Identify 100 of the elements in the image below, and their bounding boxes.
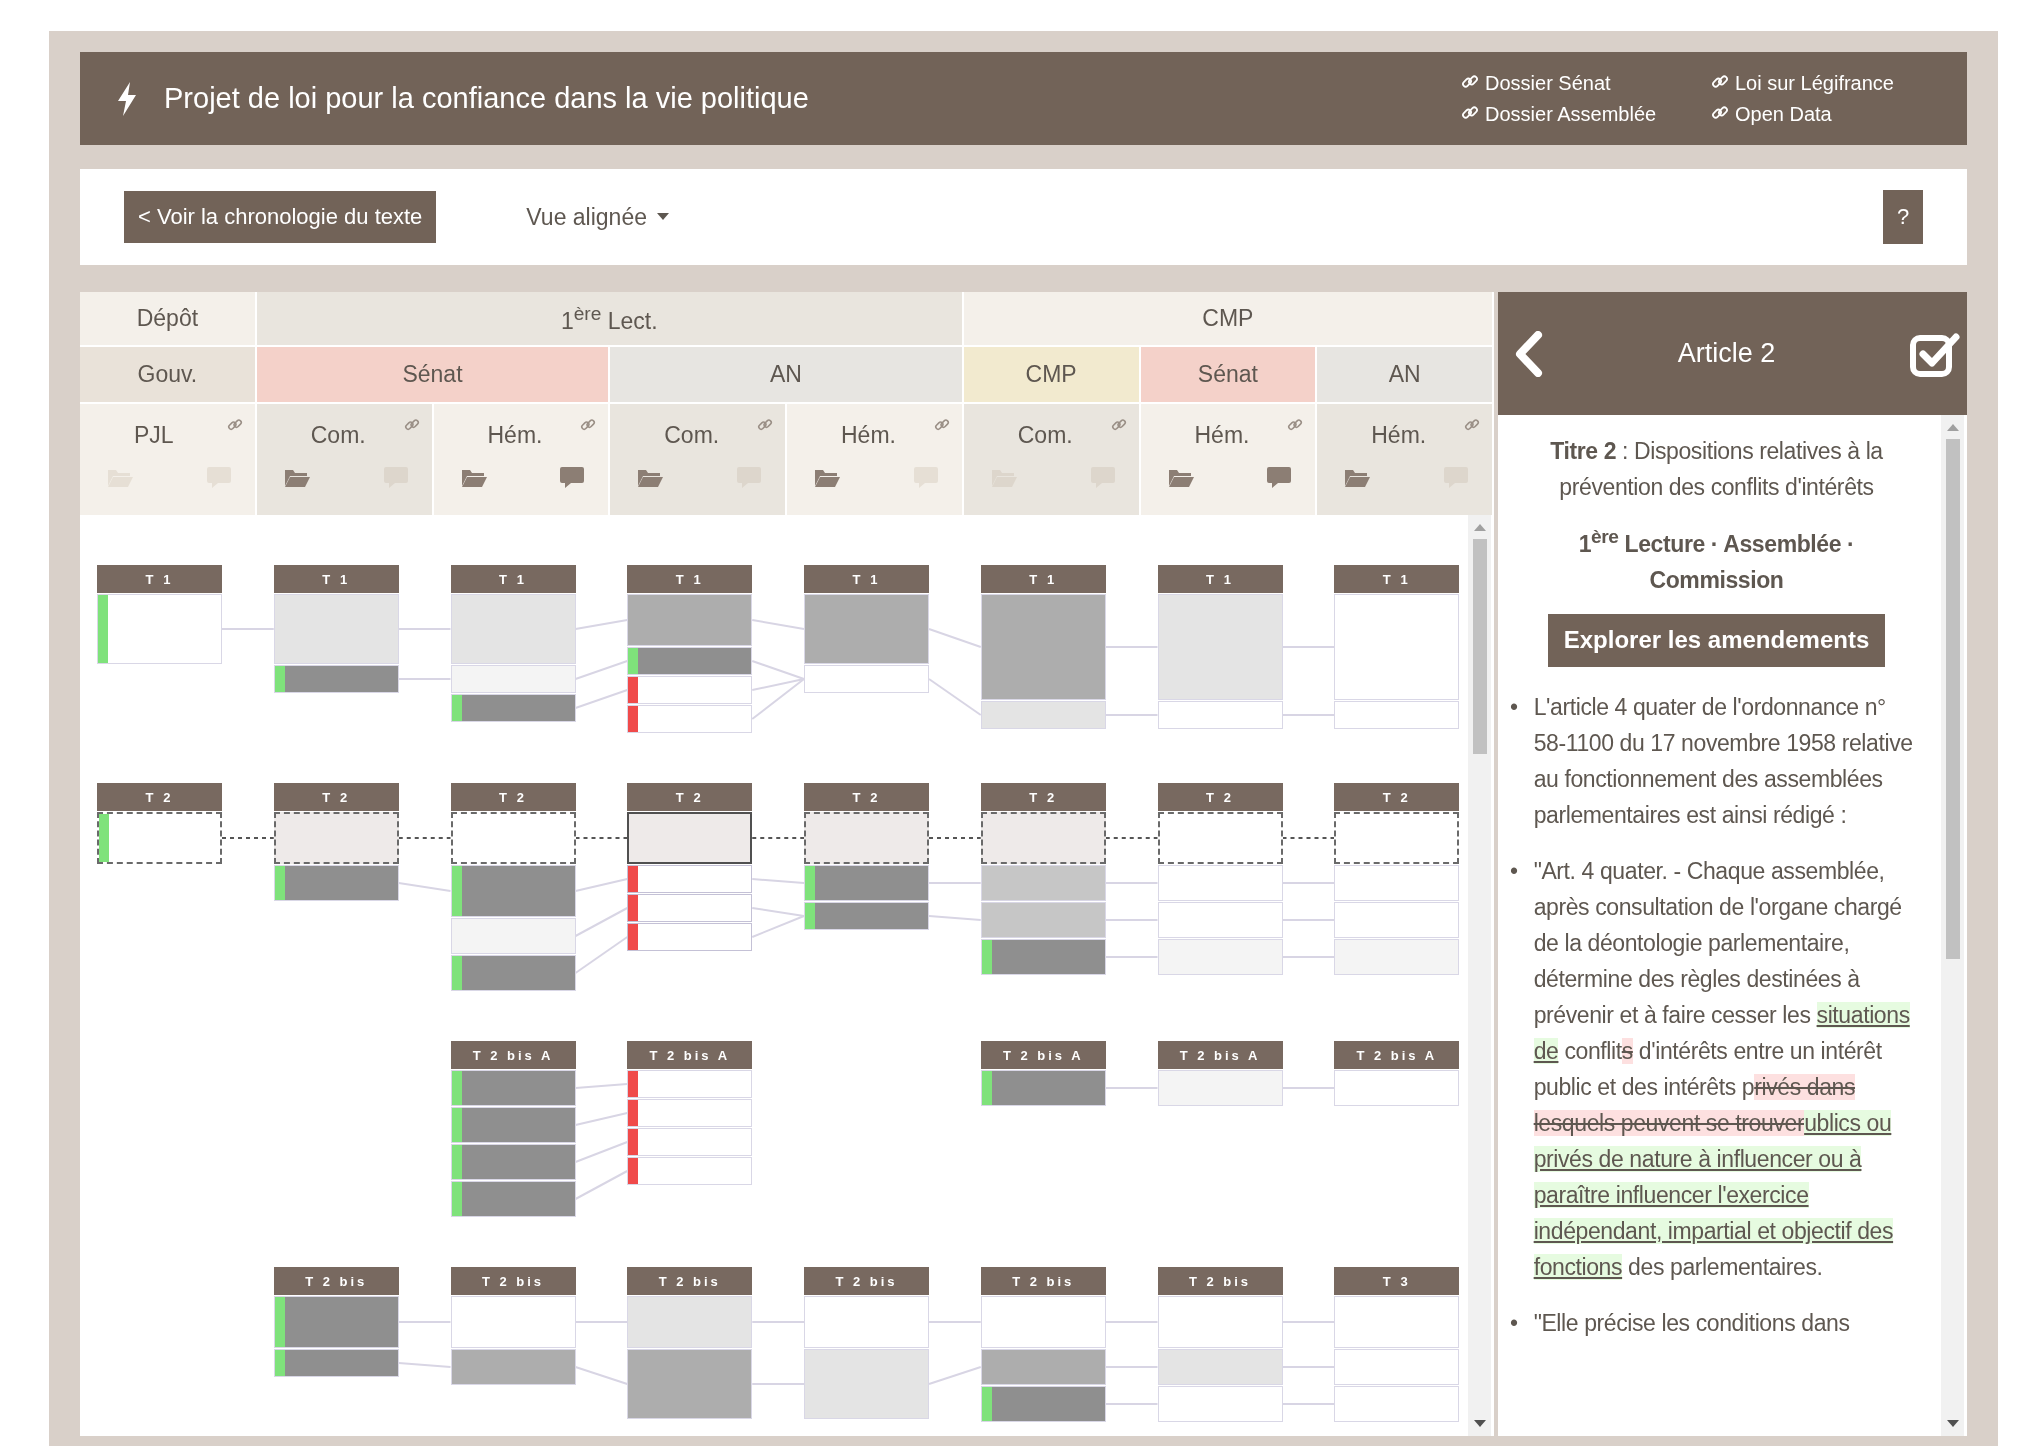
paragraph-bar[interactable] bbox=[804, 812, 929, 864]
connector-line bbox=[1281, 919, 1336, 921]
article-block[interactable]: T 2 bbox=[273, 783, 399, 901]
paragraph-bar[interactable] bbox=[980, 812, 1106, 864]
connector-line bbox=[751, 1321, 805, 1323]
scroll-down-icon[interactable] bbox=[1946, 1420, 1959, 1428]
panel-title: Article 2 bbox=[1676, 338, 1777, 369]
connector-line bbox=[397, 1321, 452, 1323]
phase-header-cell: 1$^{ère}$ Lect. bbox=[256, 292, 964, 345]
paragraph-bar[interactable] bbox=[627, 923, 753, 951]
chamber-header-cell: Sénat bbox=[1140, 345, 1318, 402]
phase-header-cell: Dépôt bbox=[80, 292, 257, 345]
article-block[interactable]: T 2 bbox=[1334, 783, 1460, 975]
scrollbar-thumb[interactable] bbox=[1472, 539, 1487, 754]
stage-header-cell[interactable]: Hém. bbox=[1140, 402, 1318, 515]
connector-line bbox=[928, 1366, 982, 1385]
connector-line bbox=[1281, 646, 1336, 648]
chamber-header-cell: Gouv. bbox=[80, 345, 257, 402]
block-header: T 2 bbox=[1334, 783, 1460, 811]
article-heading: Titre 2 : Dispositions relatives à la prévention des conflits d'intérêts bbox=[1549, 437, 1884, 502]
connector-line bbox=[1281, 837, 1336, 839]
header-link[interactable]: Dossier Assemblée bbox=[1461, 102, 1711, 126]
connector-line bbox=[1104, 919, 1159, 921]
scroll-up-icon[interactable] bbox=[1946, 423, 1959, 431]
stage-header-cell[interactable]: PJL bbox=[80, 402, 257, 515]
block-header: T 1 bbox=[804, 565, 929, 593]
block-header: T 2 bbox=[450, 783, 576, 811]
block-header: T 2 bis bbox=[804, 1267, 929, 1295]
connector-line bbox=[574, 936, 629, 974]
connector-line bbox=[751, 1383, 805, 1385]
article-block[interactable]: T 2 bbox=[804, 783, 929, 930]
article-block[interactable]: T 2 bbox=[627, 783, 753, 951]
header-link[interactable]: Dossier Sénat bbox=[1461, 71, 1711, 95]
stage-label: Com. bbox=[664, 422, 720, 449]
paragraph-bar[interactable] bbox=[1334, 812, 1460, 864]
connector-line bbox=[1281, 1321, 1336, 1323]
connector-line bbox=[751, 878, 805, 884]
article-block[interactable]: T 2 bbox=[1157, 783, 1283, 975]
scroll-down-icon[interactable] bbox=[1473, 1420, 1486, 1428]
speech-bubble-icon[interactable] bbox=[558, 465, 587, 489]
scrollbar[interactable] bbox=[1941, 415, 1964, 1436]
paragraph-bar[interactable] bbox=[627, 812, 753, 864]
connector-line bbox=[928, 915, 982, 921]
block-header: T 1 bbox=[627, 565, 753, 593]
article-block[interactable]: T 2 bis A bbox=[980, 1041, 1106, 1106]
block-header: T 2 bbox=[804, 783, 929, 811]
connector-line bbox=[1104, 646, 1159, 648]
article-block[interactable]: T 2 bbox=[980, 783, 1106, 975]
connector-line bbox=[1104, 837, 1159, 839]
chamber-header-cell: CMP bbox=[963, 345, 1141, 402]
connector-line bbox=[574, 1112, 629, 1126]
paragraph-bar[interactable] bbox=[1157, 812, 1283, 864]
article-block[interactable]: T 2 bis A bbox=[1157, 1041, 1283, 1106]
back-button[interactable]: < Voir la chronologie du texte bbox=[124, 191, 437, 243]
scroll-up-icon[interactable] bbox=[1473, 523, 1486, 531]
stage-header-cell[interactable]: Com. bbox=[963, 402, 1141, 515]
connector-line bbox=[397, 882, 452, 892]
block-header: T 1 bbox=[450, 565, 576, 593]
stage-header-cell[interactable]: Hém. bbox=[787, 402, 964, 515]
header-link[interactable]: Open Data bbox=[1711, 102, 1941, 126]
connector-line bbox=[574, 878, 629, 892]
connector-line bbox=[397, 678, 452, 680]
stage-header-cell[interactable]: Hém. bbox=[433, 402, 611, 515]
paragraph-bar[interactable] bbox=[627, 894, 753, 922]
connector-line bbox=[397, 837, 452, 839]
connector-line bbox=[751, 837, 805, 839]
scrollbar-thumb[interactable] bbox=[1945, 439, 1960, 959]
connector-line bbox=[1104, 714, 1159, 716]
block-header: T 2 bis A bbox=[450, 1041, 576, 1069]
connector-line bbox=[574, 907, 629, 937]
article-block[interactable]: T 2 bbox=[97, 783, 222, 864]
lightning-icon bbox=[116, 81, 138, 116]
stage-header-cell[interactable]: Com. bbox=[610, 402, 787, 515]
connector-line bbox=[574, 619, 629, 630]
block-header: T 2 bbox=[980, 783, 1106, 811]
scrollbar[interactable] bbox=[1468, 515, 1491, 1436]
block-header: T 2 bis bbox=[1157, 1267, 1283, 1295]
paragraph-bar[interactable] bbox=[97, 812, 222, 864]
stage-header-cell[interactable]: Hém. bbox=[1317, 402, 1494, 515]
help-button[interactable]: ? bbox=[1883, 190, 1923, 244]
article-block[interactable]: T 2 bis A bbox=[1334, 1041, 1460, 1106]
view-dropdown[interactable]: Vue alignée bbox=[526, 203, 669, 231]
paragraph-bar[interactable] bbox=[627, 865, 753, 893]
bullet: • bbox=[1510, 1308, 1518, 1338]
stage-header-cell[interactable]: Com. bbox=[256, 402, 434, 515]
connector-line bbox=[928, 837, 982, 839]
article-block[interactable]: T 1 bbox=[97, 565, 222, 664]
connector-line bbox=[1104, 956, 1159, 958]
back-chevron-icon[interactable] bbox=[1514, 330, 1544, 377]
article-block[interactable]: T 2 bbox=[450, 783, 576, 991]
paragraph-bar[interactable] bbox=[450, 812, 576, 864]
phase-header-cell: CMP bbox=[963, 292, 1494, 345]
explore-button[interactable]: Explorer les amendements bbox=[1547, 613, 1886, 667]
paragraph-bar[interactable] bbox=[273, 812, 399, 864]
block-header: T 2 bis A bbox=[980, 1041, 1106, 1069]
connector-line bbox=[397, 1362, 452, 1368]
stage-label: Hém. bbox=[1194, 422, 1250, 449]
speech-bubble-icon[interactable] bbox=[1265, 465, 1294, 489]
header-link[interactable]: Loi sur Légifrance bbox=[1711, 71, 1941, 95]
stage-label: Hém. bbox=[1371, 422, 1427, 449]
